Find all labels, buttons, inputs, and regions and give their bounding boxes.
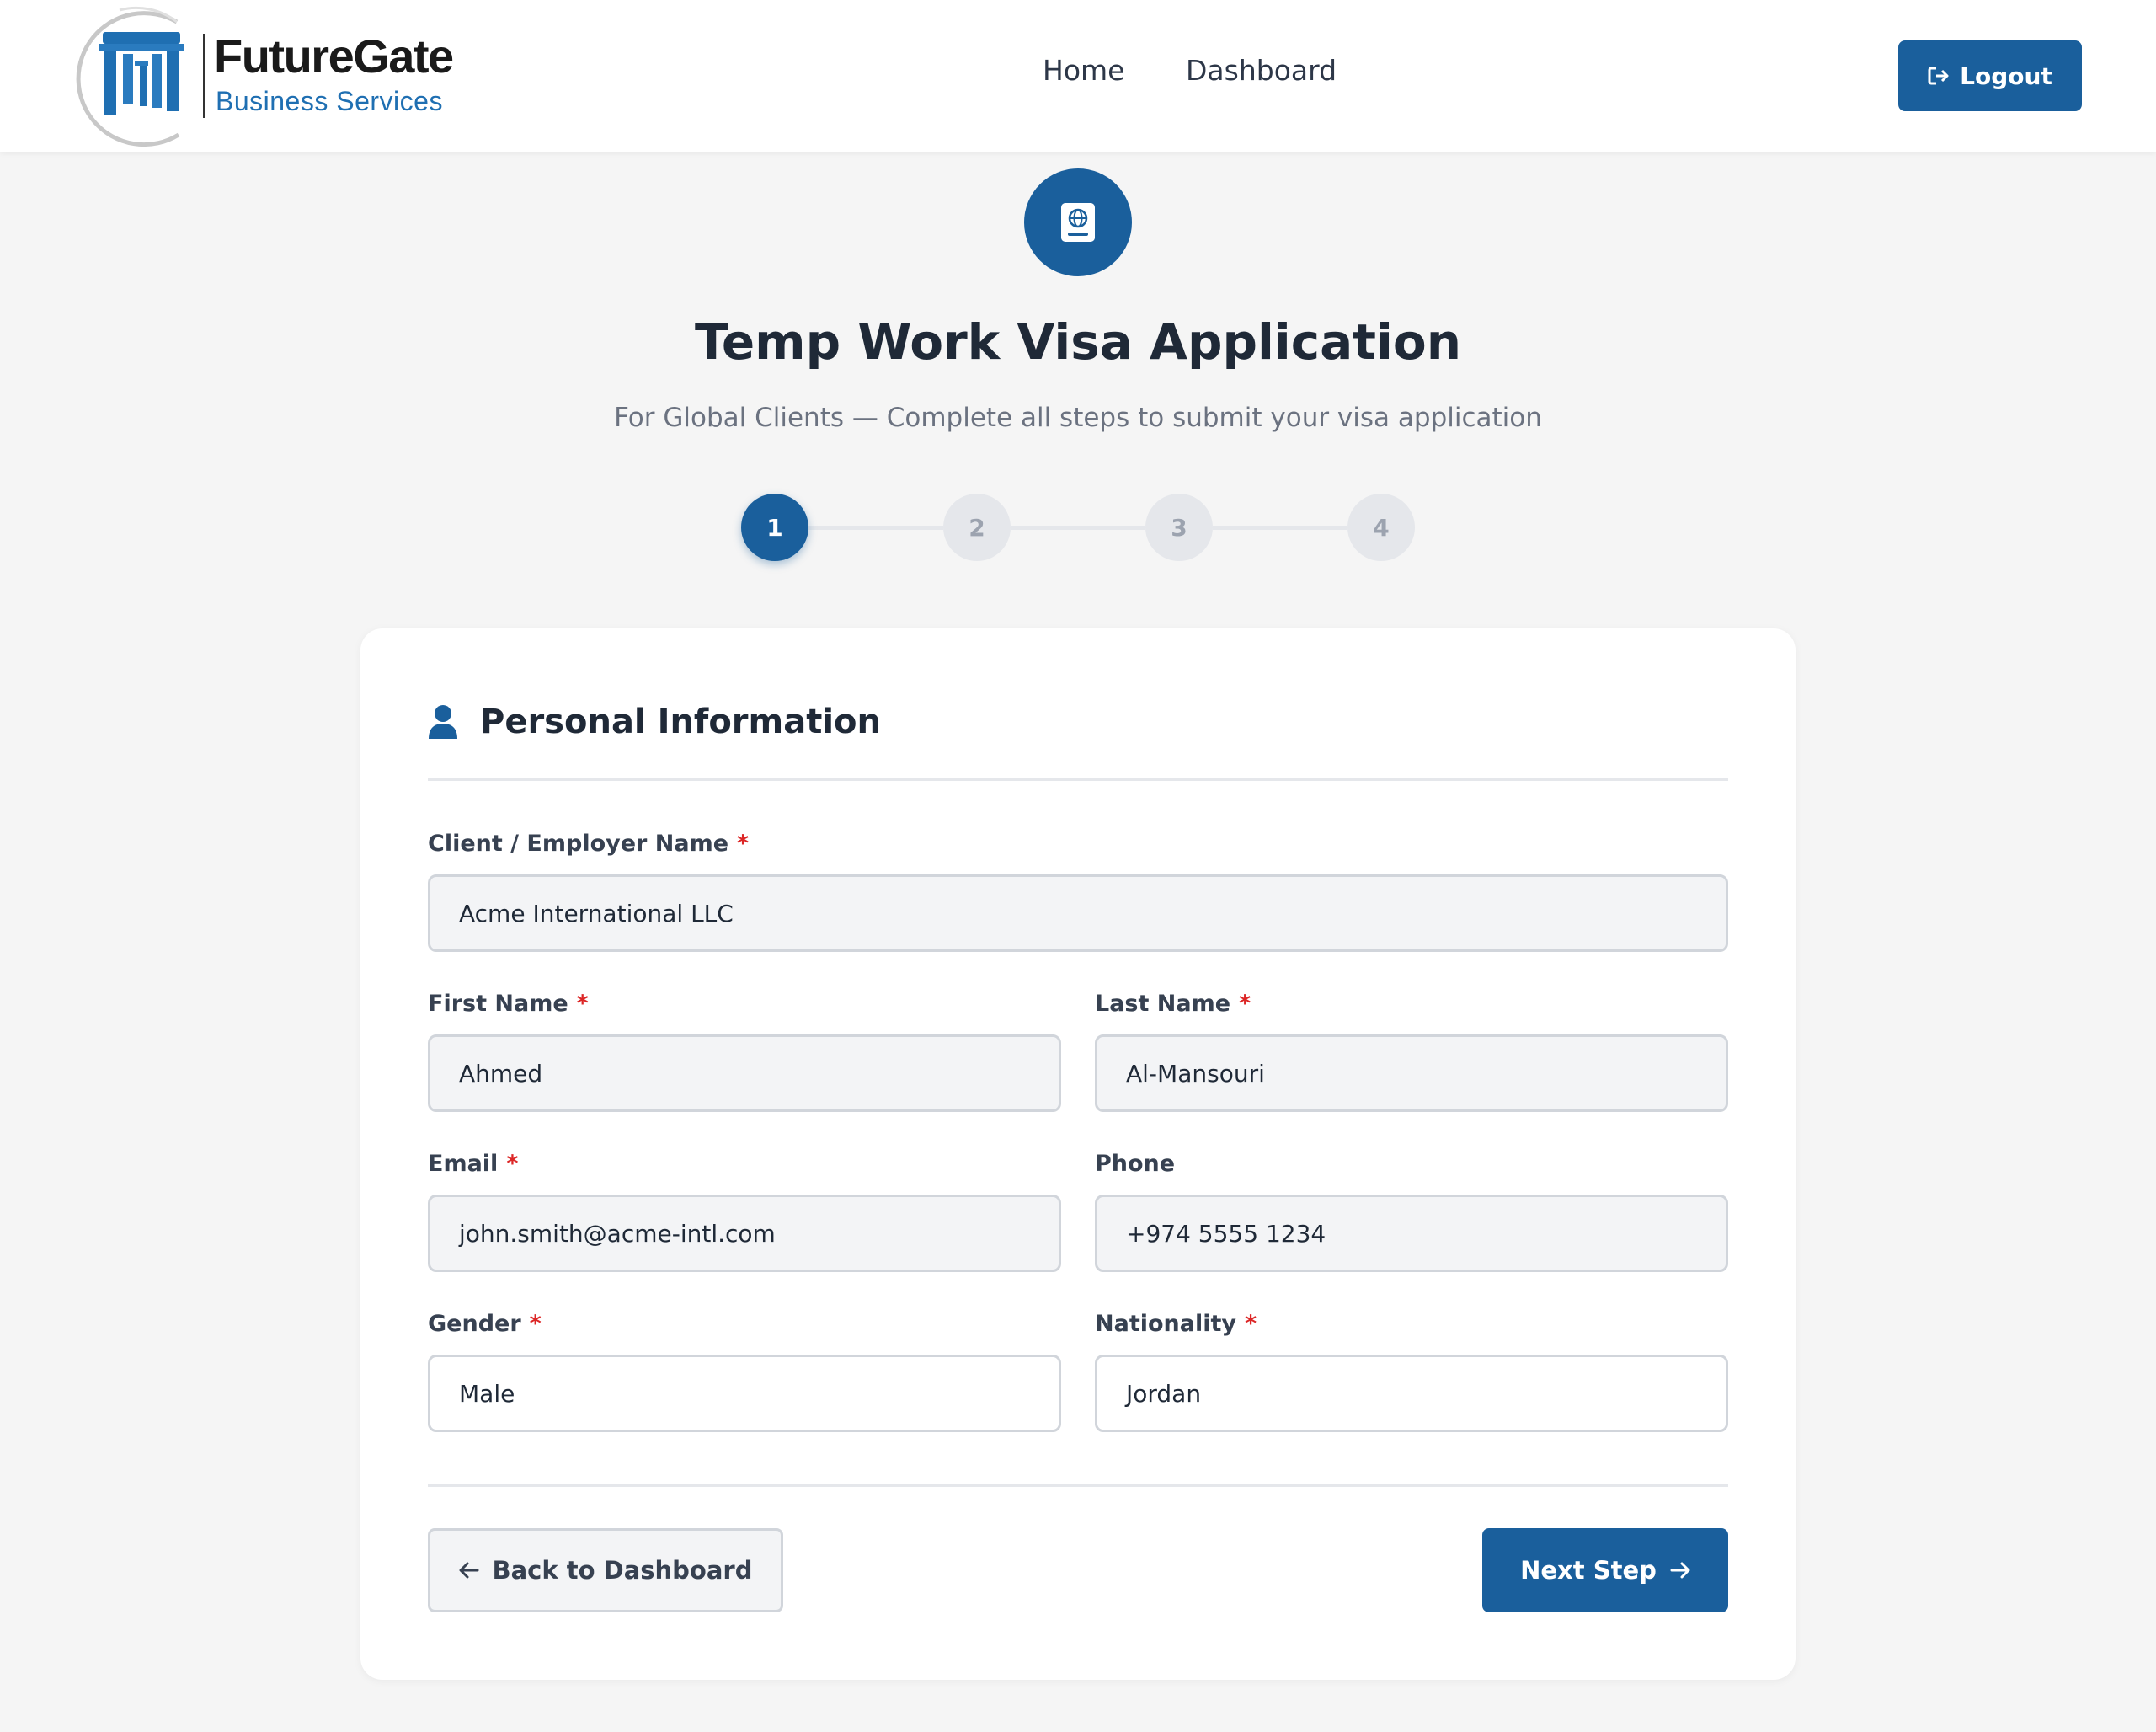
client-name-input[interactable]: Acme International LLC: [428, 874, 1728, 952]
client-name-label: Client / Employer Name *: [428, 831, 750, 857]
step-connector: [1011, 526, 1145, 530]
last-name-label: Last Name *: [1095, 991, 1251, 1017]
top-navbar: FutureGate Business Services Home Dashbo…: [0, 0, 2156, 152]
brand-logo[interactable]: FutureGate Business Services: [69, 0, 507, 152]
step-2: 2: [943, 494, 1011, 561]
step-1: 1: [741, 494, 808, 561]
required-marker: *: [506, 1151, 519, 1177]
logout-icon: [1928, 67, 1949, 85]
nav-dashboard-link[interactable]: Dashboard: [1186, 54, 1337, 87]
personal-info-card: Personal Information Client / Employer N…: [360, 628, 1796, 1680]
step-4: 4: [1348, 494, 1415, 561]
logout-button[interactable]: Logout: [1898, 40, 2082, 111]
step-connector: [1213, 526, 1348, 530]
brand-tagline: Business Services: [216, 86, 443, 116]
email-label: Email *: [428, 1151, 519, 1177]
first-name-label: First Name *: [428, 991, 589, 1017]
passport-icon: [1024, 168, 1132, 276]
required-marker: *: [1245, 1311, 1257, 1337]
page-subtitle: For Global Clients — Complete all steps …: [614, 403, 1542, 433]
next-button-label: Next Step: [1520, 1556, 1657, 1585]
nav-home-link[interactable]: Home: [1043, 54, 1124, 87]
arrow-left-icon: [459, 1562, 478, 1579]
email-field[interactable]: john.smith@acme-intl.com: [428, 1195, 1061, 1272]
logo-gate-icon: [76, 6, 205, 147]
user-icon: [429, 705, 457, 739]
phone-label: Phone: [1095, 1151, 1176, 1177]
back-button-label: Back to Dashboard: [492, 1556, 753, 1585]
section-title: Personal Information: [480, 703, 881, 741]
gender-label: Gender *: [428, 1311, 542, 1337]
step-3: 3: [1145, 494, 1213, 561]
next-step-button[interactable]: Next Step: [1482, 1528, 1728, 1612]
required-marker: *: [1239, 991, 1251, 1017]
brand-name: FutureGate: [214, 29, 454, 83]
footer-divider: [428, 1484, 1728, 1487]
back-to-dashboard-button[interactable]: Back to Dashboard: [428, 1528, 783, 1612]
phone-field[interactable]: +974 5555 1234: [1095, 1195, 1728, 1272]
nationality-label: Nationality *: [1095, 1311, 1257, 1337]
nationality-select[interactable]: Jordan: [1095, 1355, 1728, 1432]
page-title: Temp Work Visa Application: [694, 313, 1462, 371]
logout-label: Logout: [1960, 61, 2052, 90]
step-connector: [808, 526, 943, 530]
arrow-right-icon: [1670, 1562, 1690, 1579]
last-name-input[interactable]: Al-Mansouri: [1095, 1034, 1728, 1112]
progress-stepper: 1 2 3 4: [741, 494, 1415, 561]
required-marker: *: [737, 831, 750, 857]
section-header: Personal Information: [428, 703, 881, 741]
section-divider: [428, 778, 1728, 781]
required-marker: *: [529, 1311, 542, 1337]
required-marker: *: [576, 991, 589, 1017]
first-name-input[interactable]: Ahmed: [428, 1034, 1061, 1112]
gender-select[interactable]: Male: [428, 1355, 1061, 1432]
